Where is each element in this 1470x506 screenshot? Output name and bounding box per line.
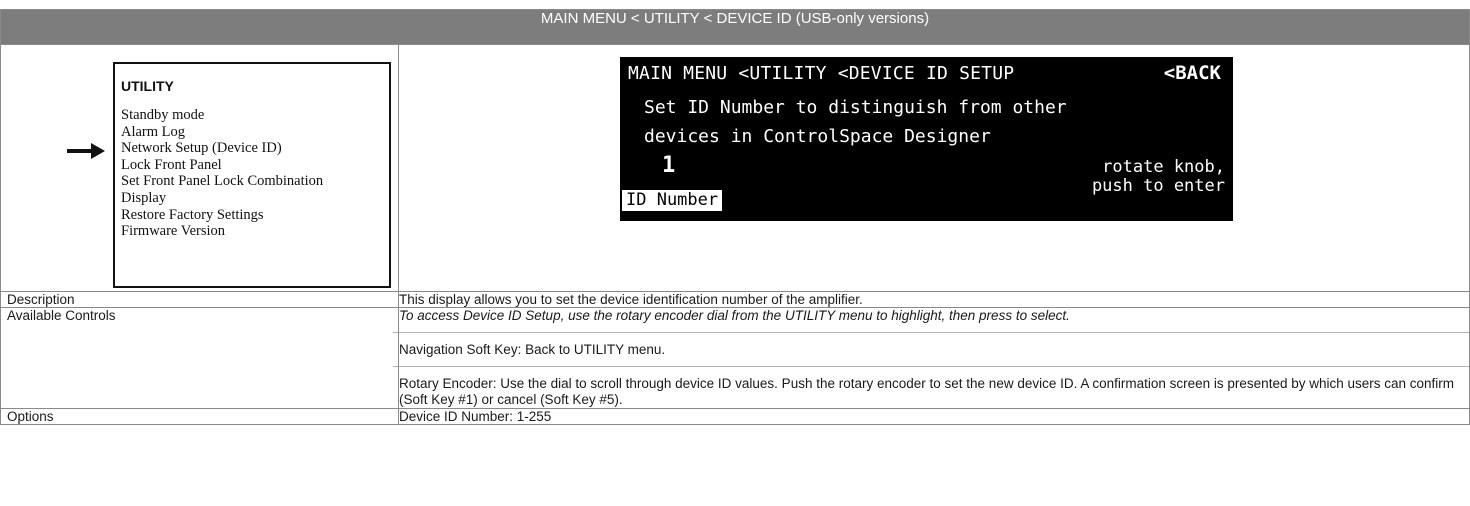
lcd-instruction-line-2: devices in ControlSpace Designer — [644, 126, 991, 147]
utility-menu-box: UTILITY Standby mode Alarm Log Network S… — [113, 62, 391, 288]
utility-menu-title: UTILITY — [121, 78, 174, 94]
menu-item-standby: Standby mode — [121, 107, 205, 123]
lcd-illustration-cell: MAIN MENU <UTILITY <DEVICE ID SETUP <BAC… — [398, 44, 1470, 292]
menu-item-display: Display — [121, 189, 167, 206]
right-arrow-icon — [67, 143, 105, 159]
menu-item-lock-combination: Set Front Panel Lock Combination — [121, 173, 324, 190]
controls-content: To access Device ID Setup, use the rotar… — [393, 307, 1470, 409]
spec-sheet: MAIN MENU < UTILITY < DEVICE ID (USB-onl… — [0, 0, 1470, 506]
menu-item-restore-factory: Restore Factory Settings — [121, 206, 264, 223]
screen-row: UTILITY Standby mode Alarm Log Network S… — [0, 44, 1470, 292]
lcd-instruction-line-1: Set ID Number to distinguish from other — [644, 97, 1067, 118]
lcd-back-label: <BACK — [1163, 62, 1221, 84]
lcd-title: MAIN MENU <UTILITY <DEVICE ID SETUP — [628, 63, 1015, 84]
description-row: Description This display allows you to s… — [0, 291, 1470, 308]
options-row: Options Device ID Number: 1-255 — [0, 408, 1470, 425]
menu-item-network-setup: Network Setup (Device ID) — [121, 140, 282, 157]
menu-item-alarm-log: Alarm Log — [121, 123, 186, 140]
table-header-row: MAIN MENU < UTILITY < DEVICE ID (USB-onl… — [0, 9, 1470, 45]
lcd-screen: MAIN MENU <UTILITY <DEVICE ID SETUP <BAC… — [620, 57, 1233, 221]
lcd-hint: rotate knob, push to enter — [1092, 158, 1225, 196]
lcd-id-value: 1 — [662, 153, 676, 178]
menu-spec-table: MAIN MENU < UTILITY < DEVICE ID (USB-onl… — [0, 9, 1470, 425]
options-label: Options — [0, 408, 399, 425]
menu-illustration-cell: UTILITY Standby mode Alarm Log Network S… — [0, 44, 399, 292]
controls-encoder-text: Rotary Encoder: Use the dial to scroll t… — [393, 366, 1470, 408]
controls-soft-key-text: Navigation Soft Key: Back to UTILITY men… — [393, 332, 1470, 358]
controls-label: Available Controls — [0, 307, 399, 409]
menu-item-lock-front-panel: Lock Front Panel — [121, 156, 222, 173]
lcd-hint-line-2: push to enter — [1091, 176, 1225, 196]
table-header-title: MAIN MENU < UTILITY < DEVICE ID (USB-onl… — [0, 9, 1470, 45]
menu-item-firmware-version: Firmware Version — [121, 223, 226, 240]
lcd-selected-label: ID Number — [622, 190, 723, 211]
description-text: This display allows you to set the devic… — [398, 291, 1470, 308]
lcd-hint-line-1: rotate knob, — [1102, 157, 1225, 177]
options-text: Device ID Number: 1-255 — [398, 408, 1470, 425]
controls-access-text: To access Device ID Setup, use the rotar… — [399, 308, 1070, 323]
description-label: Description — [0, 291, 399, 308]
controls-row: Available Controls To access Device ID S… — [0, 307, 1470, 409]
